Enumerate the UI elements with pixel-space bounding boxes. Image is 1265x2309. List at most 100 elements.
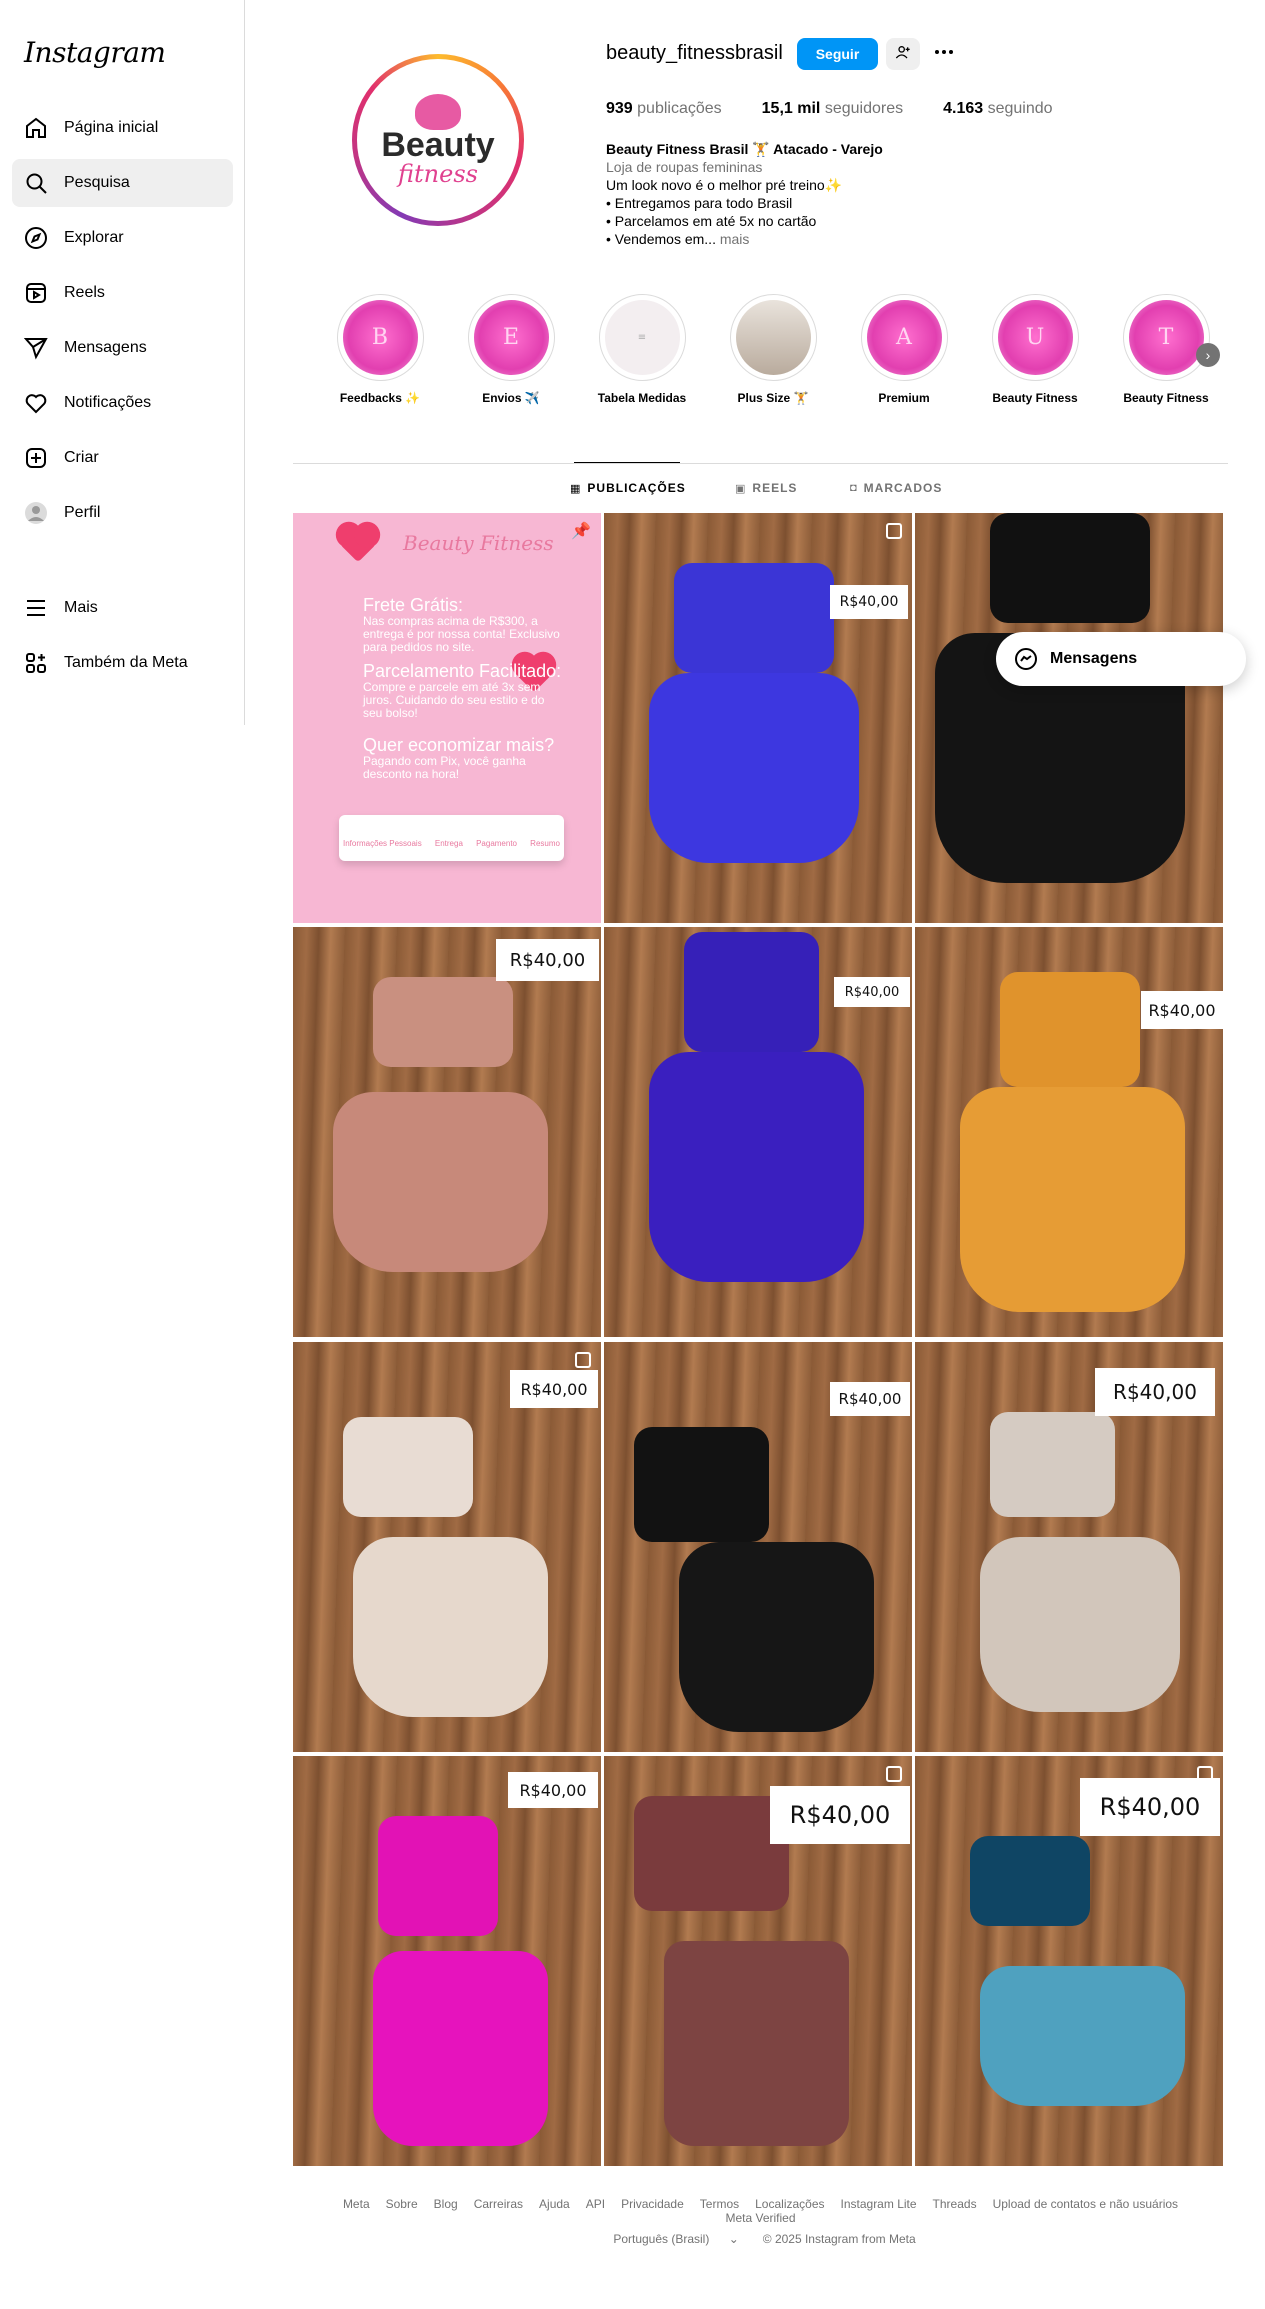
sidebar-item-explore[interactable]: Explorar <box>12 214 233 262</box>
bio-more-link[interactable]: mais <box>720 231 750 247</box>
highlight-cover <box>735 300 811 375</box>
step-label: Resumo <box>530 839 560 848</box>
options-button[interactable] <box>930 40 958 68</box>
post-heading: Parcelamento Facilitado: <box>363 661 562 681</box>
follow-button[interactable]: Seguir <box>797 38 878 70</box>
price-tag: R$40,00 <box>834 977 910 1007</box>
footer-link[interactable]: Localizações <box>755 2197 824 2211</box>
avatar-logo-text: Beauty <box>381 126 495 164</box>
sidebar: Instagram Página inicial Pesquisa Explor… <box>0 0 245 725</box>
checkout-steps-graphic <box>339 815 564 861</box>
highlight-feedbacks[interactable]: B Feedbacks ✨ <box>330 294 430 405</box>
messages-floating-button[interactable]: Mensagens <box>996 632 1246 686</box>
garment-top <box>990 513 1150 623</box>
garment-shorts <box>333 1092 548 1272</box>
post[interactable]: R$40,00 <box>915 1756 1223 2166</box>
tab-reels[interactable]: ▣ REELS <box>735 481 797 495</box>
post[interactable]: R$40,00 <box>293 927 601 1337</box>
post[interactable]: R$40,00 <box>604 927 912 1337</box>
garment-top <box>373 977 513 1067</box>
garment-shorts <box>353 1537 548 1717</box>
footer-link[interactable]: Upload de contatos e não usuários <box>993 2197 1178 2211</box>
heart-icon <box>24 391 48 415</box>
garment-top <box>684 932 819 1052</box>
post[interactable]: R$40,00 <box>293 1756 601 2166</box>
sidebar-item-create[interactable]: Criar <box>12 434 233 482</box>
footer-link[interactable]: Ajuda <box>539 2197 570 2211</box>
highlight-tabela-medidas[interactable]: ≡ Tabela Medidas <box>592 294 692 405</box>
footer-link[interactable]: Privacidade <box>621 2197 684 2211</box>
footer-link[interactable]: Threads <box>933 2197 977 2211</box>
sidebar-item-reels[interactable]: Reels <box>12 269 233 317</box>
grid-icon: ▦ <box>570 482 582 495</box>
footer-link[interactable]: Blog <box>434 2197 458 2211</box>
following-stat[interactable]: 4.163 seguindo <box>943 100 1052 118</box>
logo-figure-icon <box>415 94 461 130</box>
tabs-divider <box>293 463 1228 464</box>
garment-top <box>343 1417 473 1517</box>
highlight-envios[interactable]: E Envios ✈️ <box>461 294 561 405</box>
step-label: Pagamento <box>476 839 517 848</box>
search-icon <box>24 171 48 195</box>
footer-link[interactable]: Sobre <box>386 2197 418 2211</box>
sidebar-item-meta[interactable]: Também da Meta <box>12 639 233 687</box>
highlights-next-button[interactable]: › <box>1196 343 1220 367</box>
footer-link[interactable]: Meta <box>343 2197 370 2211</box>
footer-link[interactable]: Meta Verified <box>725 2211 795 2225</box>
highlight-cover: B <box>342 300 418 375</box>
highlight-plus-size[interactable]: Plus Size 🏋️ <box>723 294 823 405</box>
post-text: Nas compras acima de R$300, a entrega é … <box>363 614 560 654</box>
followers-stat[interactable]: 15,1 mil seguidores <box>762 100 903 118</box>
post[interactable] <box>915 513 1223 923</box>
tab-tagged[interactable]: ◘ MARCADOS <box>850 481 942 495</box>
bio-line: • Entregamos para todo Brasil <box>606 195 793 211</box>
post[interactable]: R$40,00 <box>915 927 1223 1337</box>
price-tag: R$40,00 <box>1141 991 1223 1029</box>
sidebar-item-label: Perfil <box>64 504 101 521</box>
step-label: Entrega <box>434 839 463 848</box>
footer-link[interactable]: API <box>586 2197 605 2211</box>
post-pinned[interactable]: Beauty Fitness Frete Grátis: Nas compras… <box>293 513 601 923</box>
messages-label: Mensagens <box>1050 650 1138 667</box>
chevron-right-icon: › <box>1205 347 1211 363</box>
tag-icon: ◘ <box>850 482 858 494</box>
sidebar-item-label: Reels <box>64 284 105 301</box>
post-text: Compre e parcele em até 3x sem juros. Cu… <box>363 680 545 720</box>
tab-posts[interactable]: ▦ PUBLICAÇÕES <box>570 481 686 495</box>
language-selector[interactable]: Português (Brasil) ⌄ <box>605 2232 746 2246</box>
post[interactable]: R$40,00 <box>604 513 912 923</box>
garment-top <box>1000 972 1140 1087</box>
footer-link[interactable]: Carreiras <box>474 2197 523 2211</box>
suggest-accounts-button[interactable] <box>886 38 920 70</box>
garment-top <box>970 1836 1090 1926</box>
post[interactable]: R$40,00 <box>915 1342 1223 1752</box>
instagram-logo[interactable]: Instagram <box>24 36 166 69</box>
post[interactable]: R$40,00 <box>604 1756 912 2166</box>
post[interactable]: R$40,00 <box>604 1342 912 1752</box>
garment-shorts <box>980 1537 1180 1712</box>
direct-icon <box>24 336 48 360</box>
sidebar-item-profile[interactable]: Perfil <box>12 489 233 537</box>
sidebar-item-search[interactable]: Pesquisa <box>12 159 233 207</box>
footer-link[interactable]: Termos <box>700 2197 739 2211</box>
sidebar-item-messages[interactable]: Mensagens <box>12 324 233 372</box>
post-heading: Quer economizar mais? <box>363 735 555 755</box>
footer-bottom: Português (Brasil) ⌄ © 2025 Instagram fr… <box>293 2232 1228 2246</box>
price-tag: R$40,00 <box>770 1786 910 1844</box>
footer-link[interactable]: Instagram Lite <box>841 2197 917 2211</box>
garment-top <box>634 1796 789 1911</box>
footer-links: Meta Sobre Blog Carreiras Ajuda API Priv… <box>293 2197 1228 2225</box>
highlight-premium[interactable]: A Premium <box>854 294 954 405</box>
profile-bio: Beauty Fitness Brasil 🏋️ Atacado - Varej… <box>606 140 1026 248</box>
post[interactable]: R$40,00 <box>293 1342 601 1752</box>
sidebar-item-home[interactable]: Página inicial <box>12 104 233 152</box>
bio-line: Um look novo é o melhor pré treino✨ <box>606 177 843 193</box>
sidebar-item-notifications[interactable]: Notificações <box>12 379 233 427</box>
pin-icon: 📌 <box>571 523 591 540</box>
bio-line: • Vendemos em... mais <box>606 231 750 247</box>
sidebar-item-more[interactable]: Mais <box>12 584 233 632</box>
highlight-beauty-fitness[interactable]: U Beauty Fitness <box>985 294 1085 405</box>
profile-avatar-ring[interactable]: Beauty fitness <box>352 54 524 226</box>
post-heading: Frete Grátis: <box>363 595 464 615</box>
sidebar-item-label: Explorar <box>64 229 124 246</box>
